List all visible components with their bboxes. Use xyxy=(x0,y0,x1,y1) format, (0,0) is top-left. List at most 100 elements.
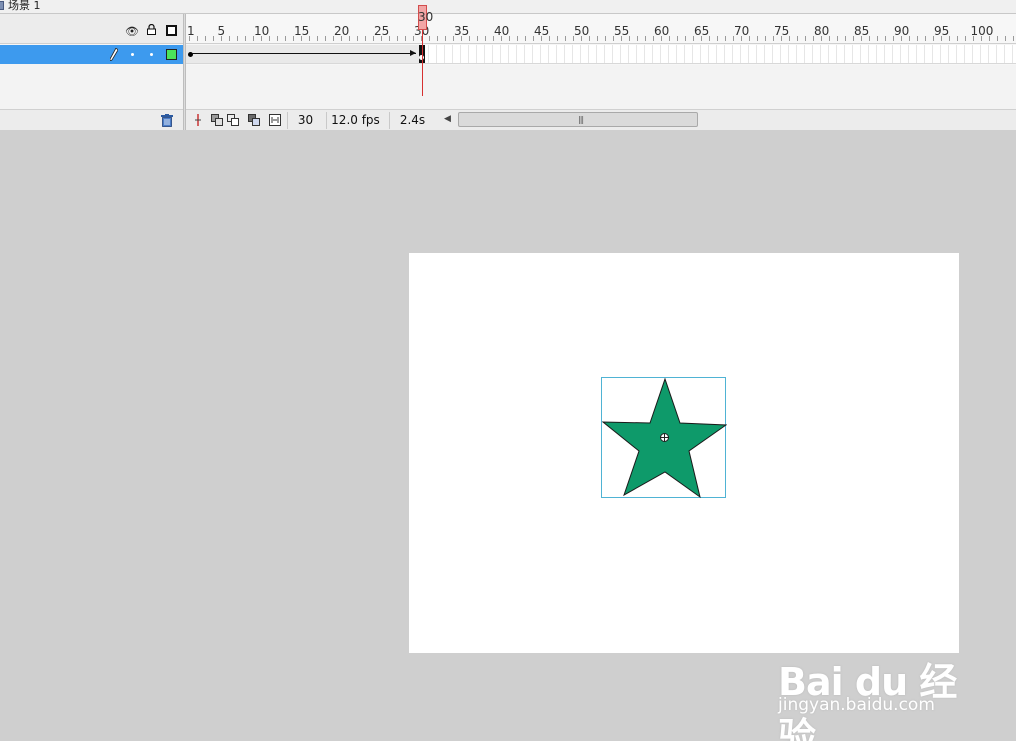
frame-cell[interactable] xyxy=(460,45,461,63)
frame-cell[interactable] xyxy=(876,45,877,63)
frame-cell[interactable] xyxy=(436,45,437,63)
frame-cell[interactable] xyxy=(916,45,917,63)
frame-cell[interactable] xyxy=(636,45,637,63)
frame-cell[interactable] xyxy=(484,45,485,63)
frame-cell[interactable] xyxy=(796,45,797,63)
motion-tween[interactable] xyxy=(186,45,425,63)
frame-cell[interactable] xyxy=(556,45,557,63)
frame-cell[interactable] xyxy=(564,45,565,63)
eye-icon[interactable]: 👁 xyxy=(125,25,139,38)
frame-cell[interactable] xyxy=(756,45,757,63)
modify-onion-markers-icon[interactable] xyxy=(269,114,281,126)
frame-cell[interactable] xyxy=(892,45,893,63)
frame-cell[interactable] xyxy=(604,45,605,63)
frame-cell[interactable] xyxy=(508,45,509,63)
frame-cell[interactable] xyxy=(820,45,821,63)
current-frame-field[interactable]: 30 xyxy=(287,112,323,129)
frame-cell[interactable] xyxy=(668,45,669,63)
frame-ruler[interactable]: 1510152025303540455055606570758085909510… xyxy=(186,14,1016,44)
frame-cell[interactable] xyxy=(852,45,853,63)
ruler-tick xyxy=(829,36,830,41)
frame-cell[interactable] xyxy=(660,45,661,63)
layer-outline-color[interactable] xyxy=(166,49,177,60)
frame-cell[interactable] xyxy=(628,45,629,63)
registration-point-icon[interactable] xyxy=(660,433,669,442)
center-frame-icon[interactable] xyxy=(192,114,204,126)
ruler-tick xyxy=(325,36,326,41)
frame-track-layer-1[interactable] xyxy=(186,45,1016,64)
frame-cell[interactable] xyxy=(868,45,869,63)
scene-label[interactable]: 场景 1 xyxy=(8,0,41,13)
edit-multiple-frames-icon[interactable] xyxy=(248,114,260,126)
frame-cell[interactable] xyxy=(932,45,933,63)
frame-cell[interactable] xyxy=(524,45,525,63)
frame-cell[interactable] xyxy=(908,45,909,63)
frame-cell[interactable] xyxy=(452,45,453,63)
frame-cell[interactable] xyxy=(540,45,541,63)
frame-cell[interactable] xyxy=(476,45,477,63)
frame-cell[interactable] xyxy=(732,45,733,63)
onion-skin-icon[interactable] xyxy=(211,114,223,126)
frame-cell[interactable] xyxy=(988,45,989,63)
horizontal-scrollbar[interactable]: ||| xyxy=(458,112,698,127)
visibility-dot[interactable] xyxy=(131,53,134,56)
outline-icon[interactable] xyxy=(166,25,177,36)
frame-cell[interactable] xyxy=(940,45,941,63)
frame-cell[interactable] xyxy=(924,45,925,63)
frame-cell[interactable] xyxy=(860,45,861,63)
frame-cell[interactable] xyxy=(780,45,781,63)
frame-cell[interactable] xyxy=(996,45,997,63)
frame-cell[interactable] xyxy=(572,45,573,63)
frame-cell[interactable] xyxy=(612,45,613,63)
frame-cell[interactable] xyxy=(532,45,533,63)
frame-cell[interactable] xyxy=(972,45,973,63)
frame-cell[interactable] xyxy=(804,45,805,63)
layer-row-1[interactable] xyxy=(0,45,183,64)
frame-cell[interactable] xyxy=(1012,45,1013,63)
frame-cell[interactable] xyxy=(980,45,981,63)
frame-cell[interactable] xyxy=(652,45,653,63)
lock-dot[interactable] xyxy=(150,53,153,56)
frame-cell[interactable] xyxy=(684,45,685,63)
frame-cell[interactable] xyxy=(468,45,469,63)
lock-icon[interactable] xyxy=(147,24,156,35)
frame-cell[interactable] xyxy=(700,45,701,63)
frame-cell[interactable] xyxy=(788,45,789,63)
frame-cell[interactable] xyxy=(828,45,829,63)
frame-cell[interactable] xyxy=(900,45,901,63)
scroll-thumb-grip-icon[interactable]: ||| xyxy=(578,115,584,124)
frame-cell[interactable] xyxy=(676,45,677,63)
frame-cell[interactable] xyxy=(444,45,445,63)
frame-cell[interactable] xyxy=(844,45,845,63)
frame-cell[interactable] xyxy=(948,45,949,63)
frame-cell[interactable] xyxy=(516,45,517,63)
frame-cell[interactable] xyxy=(812,45,813,63)
frame-cell[interactable] xyxy=(708,45,709,63)
frame-cell[interactable] xyxy=(764,45,765,63)
frame-cell[interactable] xyxy=(596,45,597,63)
frame-cell[interactable] xyxy=(748,45,749,63)
frame-cell[interactable] xyxy=(884,45,885,63)
frame-cell[interactable] xyxy=(724,45,725,63)
frame-cell[interactable] xyxy=(692,45,693,63)
scene-bar: 场景 1 xyxy=(0,0,1016,14)
frame-cell[interactable] xyxy=(644,45,645,63)
frame-cell[interactable] xyxy=(716,45,717,63)
onion-skin-outlines-icon[interactable] xyxy=(227,114,239,126)
frame-cell[interactable] xyxy=(956,45,957,63)
frame-cell[interactable] xyxy=(740,45,741,63)
frame-cell[interactable] xyxy=(580,45,581,63)
frame-cell[interactable] xyxy=(492,45,493,63)
scroll-left-arrow-icon[interactable]: ◀ xyxy=(444,114,451,124)
frame-cell[interactable] xyxy=(500,45,501,63)
frame-cell[interactable] xyxy=(428,45,429,63)
frame-cell[interactable] xyxy=(1004,45,1005,63)
frame-cell[interactable] xyxy=(620,45,621,63)
frame-cell[interactable] xyxy=(588,45,589,63)
trash-icon[interactable] xyxy=(161,114,173,127)
frame-cell[interactable] xyxy=(548,45,549,63)
frame-rate-field[interactable]: 12.0 fps xyxy=(326,112,384,129)
frame-cell[interactable] xyxy=(772,45,773,63)
frame-cell[interactable] xyxy=(836,45,837,63)
frame-cell[interactable] xyxy=(964,45,965,63)
